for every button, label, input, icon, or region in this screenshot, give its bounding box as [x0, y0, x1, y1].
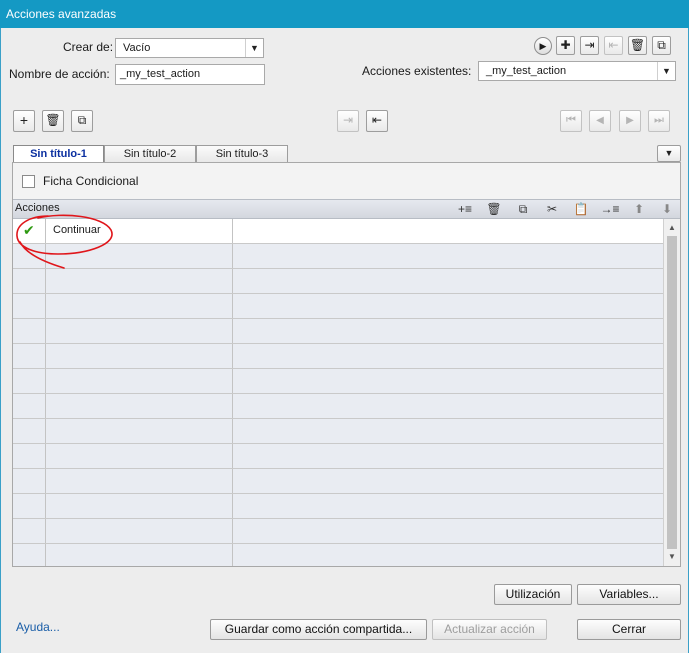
insert-row-icon[interactable]: +≡ — [454, 200, 476, 218]
trash-icon[interactable]: 🗑 — [483, 200, 505, 218]
tab-sin-titulo-2[interactable]: Sin título-2 — [104, 145, 196, 163]
tab-sin-titulo-1[interactable]: Sin título-1 — [13, 145, 104, 163]
duplicate-action-icon[interactable]: ⧉ — [652, 36, 671, 55]
table-row[interactable] — [13, 494, 663, 519]
red-circle-annotation — [16, 214, 113, 269]
chevron-down-icon: ▼ — [657, 62, 675, 80]
conditional-checkbox[interactable] — [22, 175, 35, 188]
scrollbar-thumb[interactable] — [667, 236, 677, 549]
last-tab-icon[interactable]: ⏭ — [648, 110, 670, 132]
vertical-scrollbar[interactable]: ▲ ▼ — [663, 219, 680, 566]
move-down-icon[interactable]: ⬇ — [656, 200, 678, 218]
save-shared-action-button[interactable]: Guardar como acción compartida... — [210, 619, 427, 640]
table-row[interactable] — [13, 394, 663, 419]
window-title-bar: Acciones avanzadas — [0, 0, 689, 28]
existing-actions-value: _my_test_action — [486, 65, 567, 77]
detail-cell[interactable] — [233, 219, 663, 243]
tab-sin-titulo-3[interactable]: Sin título-3 — [196, 145, 288, 163]
action-name-input[interactable]: _my_test_action — [115, 64, 265, 85]
window-title: Acciones avanzadas — [6, 7, 117, 21]
import-tab-icon[interactable]: ⇥ — [337, 110, 359, 132]
table-row[interactable] — [13, 419, 663, 444]
play-icon[interactable]: ▶ — [534, 37, 552, 55]
delete-action-icon[interactable]: 🗑 — [628, 36, 647, 55]
move-up-icon[interactable]: ⬆ — [628, 200, 650, 218]
tab-menu-dropdown[interactable]: ▼ — [657, 145, 681, 162]
first-tab-icon[interactable]: ⏮ — [560, 110, 582, 132]
existing-actions-dropdown[interactable]: _my_test_action ▼ — [478, 61, 676, 81]
table-row[interactable] — [13, 469, 663, 494]
prev-tab-icon[interactable]: ◀ — [589, 110, 611, 132]
delete-tab-icon[interactable]: 🗑 — [42, 110, 64, 132]
table-row[interactable] — [13, 344, 663, 369]
insert-after-icon[interactable]: →≡ — [599, 200, 621, 218]
scroll-up-icon[interactable]: ▲ — [664, 221, 680, 235]
cut-icon[interactable]: ✂ — [541, 200, 563, 218]
chevron-down-icon: ▼ — [245, 39, 263, 57]
close-button[interactable]: Cerrar — [577, 619, 681, 640]
conditional-label: Ficha Condicional — [43, 174, 139, 188]
window-border-left — [0, 28, 1, 653]
next-tab-icon[interactable]: ▶ — [619, 110, 641, 132]
table-row[interactable] — [13, 369, 663, 394]
action-name-label: Nombre de acción: — [9, 67, 110, 81]
update-action-button[interactable]: Actualizar acción — [432, 619, 547, 640]
table-row[interactable] — [13, 319, 663, 344]
help-link[interactable]: Ayuda... — [16, 620, 60, 634]
paste-icon[interactable]: 📋 — [570, 200, 592, 218]
table-row[interactable] — [13, 444, 663, 469]
table-row[interactable] — [13, 294, 663, 319]
export-action-icon[interactable]: ⇤ — [604, 36, 623, 55]
copy-tab-icon[interactable]: ⧉ — [71, 110, 93, 132]
create-from-label: Crear de: — [63, 40, 114, 54]
table-row[interactable] — [13, 544, 663, 566]
existing-actions-label: Acciones existentes: — [362, 64, 472, 78]
copy-icon[interactable]: ⧉ — [512, 200, 534, 218]
add-action-icon[interactable]: ✚ — [556, 36, 575, 55]
create-from-dropdown[interactable]: Vacío ▼ — [115, 38, 264, 58]
add-tab-icon[interactable]: + — [13, 110, 35, 132]
create-from-value: Vacío — [123, 42, 151, 54]
usage-button[interactable]: Utilización — [494, 584, 572, 605]
variables-button[interactable]: Variables... — [577, 584, 681, 605]
scroll-down-icon[interactable]: ▼ — [664, 550, 680, 564]
table-row[interactable] — [13, 269, 663, 294]
export-tab-icon[interactable]: ⇤ — [366, 110, 388, 132]
table-row[interactable] — [13, 519, 663, 544]
import-action-icon[interactable]: ⇥ — [580, 36, 599, 55]
